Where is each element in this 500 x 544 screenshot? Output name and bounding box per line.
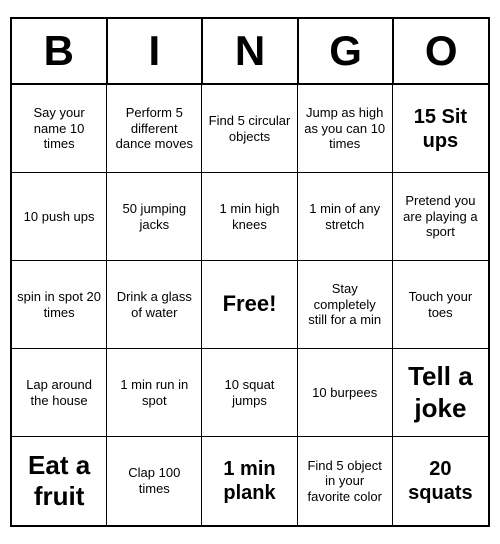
bingo-cell-6: 50 jumping jacks xyxy=(107,173,202,261)
bingo-cell-18: 10 burpees xyxy=(298,349,393,437)
bingo-cell-1: Perform 5 different dance moves xyxy=(107,85,202,173)
bingo-cell-14: Touch your toes xyxy=(393,261,488,349)
bingo-cell-2: Find 5 circular objects xyxy=(202,85,297,173)
bingo-header: BINGO xyxy=(12,19,488,85)
header-letter-g: G xyxy=(299,19,395,83)
bingo-cell-8: 1 min of any stretch xyxy=(298,173,393,261)
bingo-cell-15: Lap around the house xyxy=(12,349,107,437)
bingo-grid: Say your name 10 timesPerform 5 differen… xyxy=(12,85,488,525)
bingo-cell-13: Stay completely still for a min xyxy=(298,261,393,349)
header-letter-i: I xyxy=(108,19,204,83)
bingo-cell-5: 10 push ups xyxy=(12,173,107,261)
bingo-cell-21: Clap 100 times xyxy=(107,437,202,525)
bingo-cell-23: Find 5 object in your favorite color xyxy=(298,437,393,525)
bingo-cell-24: 20 squats xyxy=(393,437,488,525)
bingo-cell-19: Tell a joke xyxy=(393,349,488,437)
bingo-card: BINGO Say your name 10 timesPerform 5 di… xyxy=(10,17,490,527)
bingo-cell-7: 1 min high knees xyxy=(202,173,297,261)
bingo-cell-9: Pretend you are playing a sport xyxy=(393,173,488,261)
header-letter-n: N xyxy=(203,19,299,83)
bingo-cell-12: Free! xyxy=(202,261,297,349)
bingo-cell-22: 1 min plank xyxy=(202,437,297,525)
bingo-cell-20: Eat a fruit xyxy=(12,437,107,525)
bingo-cell-3: Jump as high as you can 10 times xyxy=(298,85,393,173)
header-letter-o: O xyxy=(394,19,488,83)
bingo-cell-11: Drink a glass of water xyxy=(107,261,202,349)
header-letter-b: B xyxy=(12,19,108,83)
bingo-cell-16: 1 min run in spot xyxy=(107,349,202,437)
bingo-cell-10: spin in spot 20 times xyxy=(12,261,107,349)
bingo-cell-17: 10 squat jumps xyxy=(202,349,297,437)
bingo-cell-4: 15 Sit ups xyxy=(393,85,488,173)
bingo-cell-0: Say your name 10 times xyxy=(12,85,107,173)
